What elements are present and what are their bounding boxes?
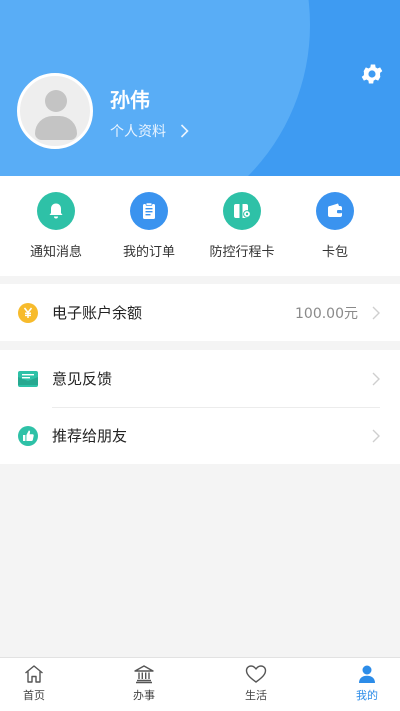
tab-label: 我的 [356,689,378,702]
quick-action-orders[interactable]: 我的订单 [109,192,189,260]
bottom-tab-bar: 首页 办事 生活 我的 [0,657,400,711]
quick-action-wallet[interactable]: 卡包 [295,192,375,260]
tab-home[interactable]: 首页 [0,658,84,711]
heart-icon [245,665,267,683]
order-list-icon [130,192,168,230]
tab-label: 首页 [23,689,45,702]
government-building-icon [134,665,154,684]
menu-group: 意见反馈 推荐给朋友 [0,350,400,464]
chevron-right-icon [372,306,380,319]
username: 孙伟 [110,88,150,112]
quick-action-travel-card[interactable]: 防控行程卡 [202,192,282,260]
gear-icon[interactable] [359,61,385,87]
menu-item-recommend[interactable]: 推荐给朋友 [0,407,400,464]
chevron-right-icon [180,124,189,138]
person-icon [359,665,375,683]
quick-action-notifications[interactable]: 通知消息 [16,192,96,260]
wallet-icon [316,192,354,230]
profile-header: 孙伟 个人资料 [0,0,400,176]
menu-item-feedback[interactable]: 意见反馈 [0,350,400,407]
profile-link-label: 个人资料 [110,124,166,140]
quick-action-label: 我的订单 [122,245,175,260]
quick-action-label: 通知消息 [29,245,82,260]
avatar[interactable] [17,73,93,149]
tab-services[interactable]: 办事 [94,658,194,711]
tab-label: 办事 [133,689,155,702]
yen-coin-icon [18,302,38,323]
tab-mine[interactable]: 我的 [317,658,400,711]
profile-link[interactable]: 个人资料 [110,121,189,141]
account-balance-row[interactable]: 电子账户余额 100.00元 [0,284,400,341]
tab-label: 生活 [245,689,267,702]
quick-action-label: 卡包 [321,245,348,260]
feedback-icon [18,370,38,387]
travel-card-icon [223,192,261,230]
quick-actions: 通知消息 我的订单 防控行程卡 卡包 [0,176,400,276]
balance-label: 电子账户余额 [52,304,143,322]
balance-value: 100.00元 [295,305,358,322]
chevron-right-icon [372,372,380,385]
menu-item-label: 推荐给朋友 [52,427,128,445]
thumbs-up-icon [18,425,38,446]
quick-action-label: 防控行程卡 [209,245,275,260]
tab-life[interactable]: 生活 [206,658,306,711]
home-icon [25,665,43,683]
menu-item-label: 意见反馈 [52,370,113,388]
chevron-right-icon [372,429,380,442]
bell-icon [37,192,75,230]
